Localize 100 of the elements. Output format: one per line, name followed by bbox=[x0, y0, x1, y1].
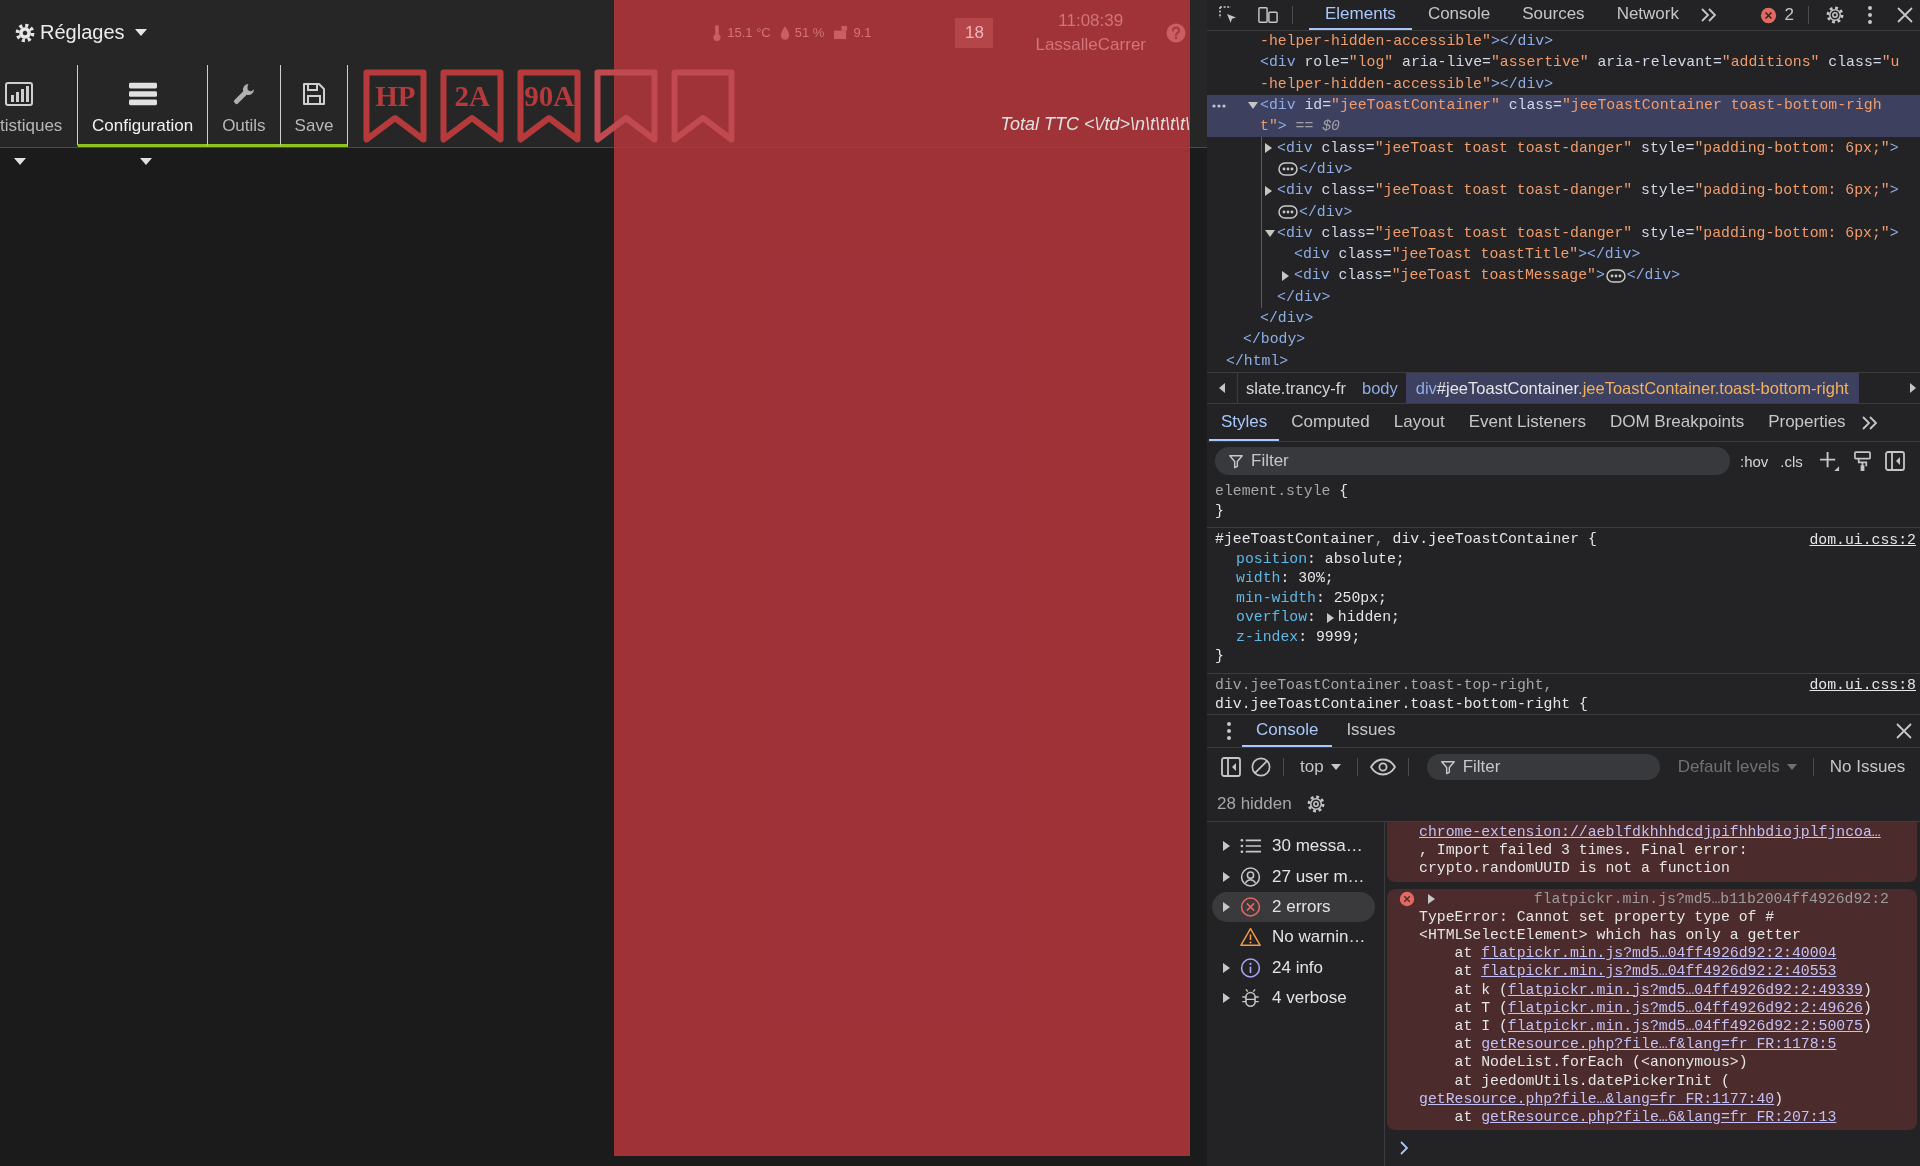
settings-icon[interactable] bbox=[1825, 5, 1845, 25]
panel-tab[interactable]: Console bbox=[1411, 0, 1507, 30]
message-filter-item[interactable]: 27 user m… bbox=[1212, 861, 1375, 892]
code-text: -helper-hidden-accessible"></div> bbox=[1260, 32, 1554, 52]
code-text: <div class="jeeToast toastTitle"></div> bbox=[1294, 245, 1641, 265]
caret-left-icon bbox=[1219, 383, 1225, 393]
message-filter-item[interactable]: 2 errors bbox=[1212, 891, 1375, 923]
caret-icon[interactable] bbox=[140, 158, 152, 165]
expand-arrow-icon[interactable] bbox=[1223, 962, 1230, 973]
inspect-element-icon[interactable] bbox=[1218, 5, 1238, 25]
styles-pane-tab[interactable]: Properties bbox=[1756, 404, 1858, 441]
code-text: </body> bbox=[1243, 330, 1306, 350]
user-icon bbox=[1240, 866, 1261, 887]
source-link[interactable]: flatpickr.min.js?md5…04ff4926d92:2:40553 bbox=[1481, 963, 1837, 980]
close-icon[interactable] bbox=[1894, 721, 1914, 741]
source-link[interactable]: flatpickr.min.js?md5…04ff4926d92:2:40004 bbox=[1481, 945, 1837, 962]
pseudo-state-toggle[interactable]: :hov bbox=[1738, 452, 1771, 470]
breadcrumb-item[interactable]: div#jeeToastContainer.jeeToastContainer.toast-bottom-right bbox=[1405, 373, 1859, 403]
styles-pane-tab[interactable]: Computed bbox=[1279, 404, 1382, 441]
message-filter-item[interactable]: 4 verbose bbox=[1212, 982, 1375, 1014]
stylesheet-link[interactable]: dom.ui.css:2 bbox=[1809, 531, 1916, 548]
expand-arrow-icon[interactable] bbox=[1428, 893, 1435, 904]
styles-pane-tab[interactable]: Styles bbox=[1209, 404, 1280, 441]
caret-icon[interactable] bbox=[14, 158, 26, 165]
css-brace: } bbox=[1215, 647, 1224, 667]
expand-arrow-icon[interactable] bbox=[1223, 841, 1230, 852]
source-link[interactable]: getResource.php?file…f&lang=fr_FR:1178:5 bbox=[1481, 1036, 1837, 1053]
toolbar-tab[interactable]: Configuration bbox=[78, 65, 209, 147]
styles-filter-field[interactable]: Filter bbox=[1215, 447, 1730, 475]
settings-menu-button[interactable]: Réglages bbox=[15, 21, 147, 44]
toolbar-tab[interactable]: Outils bbox=[208, 65, 281, 147]
console-text: ) bbox=[1863, 1017, 1872, 1034]
expand-arrow-icon[interactable] bbox=[1265, 229, 1275, 237]
source-link[interactable]: chrome-extension://aeblfdkhhhdcdjpifhhbdiojplfjncoa… bbox=[1419, 824, 1881, 841]
panel-tab[interactable]: Network bbox=[1600, 0, 1695, 30]
expand-arrow-icon[interactable] bbox=[1265, 185, 1272, 196]
expand-arrow-icon[interactable] bbox=[1248, 102, 1258, 110]
source-link[interactable]: flatpickr.min.js?md5…04ff4926d92:2:50075 bbox=[1507, 1017, 1863, 1034]
ellipsis-icon[interactable] bbox=[1278, 205, 1298, 219]
expand-arrow-icon[interactable] bbox=[1223, 871, 1230, 882]
drawer-tab[interactable]: Console bbox=[1242, 715, 1333, 747]
styles-pane-tab[interactable]: Event Listeners bbox=[1456, 404, 1598, 441]
prompt-chevron-icon[interactable] bbox=[1400, 1141, 1408, 1155]
plus-icon[interactable] bbox=[1818, 450, 1840, 472]
list-icon bbox=[128, 82, 157, 106]
close-icon[interactable] bbox=[1895, 5, 1915, 25]
expand-arrow-icon[interactable] bbox=[1326, 612, 1334, 623]
console-text: at bbox=[1454, 1108, 1474, 1125]
console-text: ) bbox=[1774, 1090, 1784, 1107]
caret-right-icon[interactable] bbox=[1910, 383, 1916, 393]
source-link[interactable]: flatpickr.min.js?md5…04ff4926d92:2:49339 bbox=[1507, 981, 1863, 998]
console-text: at bbox=[1454, 945, 1474, 962]
panel-tab[interactable]: Elements bbox=[1309, 0, 1412, 30]
message-filter-item[interactable]: 30 messa… bbox=[1212, 831, 1375, 862]
toolbar-tab[interactable]: Save bbox=[280, 65, 349, 147]
more-options-icon[interactable] bbox=[1212, 103, 1226, 108]
more-options-icon[interactable] bbox=[1226, 721, 1232, 741]
device-toggle-icon[interactable] bbox=[1258, 5, 1278, 25]
dom-node-row[interactable]: <div id="jeeToastContainer" class="jeeToastContainer toast-bottom-righ t"> == $0 bbox=[1207, 94, 1920, 138]
eye-icon[interactable] bbox=[1369, 758, 1396, 776]
source-location[interactable]: flatpickr.min.js?md5…b11b2004ff4926d92:2 bbox=[1533, 890, 1889, 907]
source-link[interactable]: getResource.php?file…&lang=fr_FR:1177:40 bbox=[1419, 1090, 1775, 1107]
code-text: <div class="jeeToast toast toast-danger" style="padding-bottom: 6px;"> bbox=[1277, 181, 1899, 201]
sidebar-toggle-icon[interactable] bbox=[1884, 451, 1905, 471]
breadcrumb-item[interactable]: slate.trancy-fr bbox=[1238, 373, 1354, 403]
source-link[interactable]: flatpickr.min.js?md5…04ff4926d92:2:49626 bbox=[1507, 999, 1863, 1016]
expand-arrow-icon[interactable] bbox=[1223, 993, 1230, 1004]
ellipsis-icon[interactable] bbox=[1605, 268, 1626, 283]
console-filter-field[interactable]: Filter bbox=[1426, 754, 1660, 780]
source-link[interactable]: getResource.php?file…6&lang=fr_FR:207:13 bbox=[1481, 1108, 1837, 1125]
styles-pane-tab[interactable]: DOM Breakpoints bbox=[1597, 404, 1757, 441]
breadcrumb-item[interactable]: body bbox=[1353, 373, 1406, 403]
toolbar-tab[interactable]: tistiques bbox=[0, 65, 78, 147]
warning-icon bbox=[1240, 927, 1261, 948]
expand-arrow-icon[interactable] bbox=[1223, 901, 1230, 912]
filter-icon bbox=[1439, 759, 1456, 775]
issues-status[interactable]: No Issues bbox=[1829, 757, 1906, 777]
paint-roller-icon[interactable] bbox=[1853, 450, 1871, 472]
stylesheet-link[interactable]: dom.ui.css:8 bbox=[1809, 677, 1916, 694]
thermometer-icon bbox=[712, 23, 723, 42]
more-options-icon[interactable] bbox=[1867, 5, 1873, 25]
styles-pane-tab[interactable]: Layout bbox=[1381, 404, 1457, 441]
error-count-button[interactable]: 2 bbox=[1759, 5, 1808, 25]
drawer-tab[interactable]: Issues bbox=[1332, 715, 1410, 747]
settings-icon[interactable] bbox=[1305, 793, 1326, 814]
context-selector[interactable]: top bbox=[1296, 757, 1345, 777]
ellipsis-icon[interactable] bbox=[1278, 162, 1298, 177]
console-text: TypeError: Cannot set property type of # bbox=[1419, 908, 1775, 925]
sidebar-toggle-icon[interactable] bbox=[1221, 757, 1241, 777]
expand-arrow-icon[interactable] bbox=[1282, 270, 1289, 281]
css-declaration: min-width: 250px; bbox=[1236, 588, 1387, 608]
code-text: </div> bbox=[1299, 202, 1353, 222]
pseudo-state-toggle[interactable]: .cls bbox=[1778, 452, 1805, 470]
clear-console-icon[interactable] bbox=[1251, 757, 1271, 777]
message-filter-item[interactable]: 24 info bbox=[1212, 952, 1375, 983]
expand-arrow-icon[interactable] bbox=[1265, 143, 1272, 154]
message-filter-item[interactable]: No warnin… bbox=[1212, 922, 1375, 953]
caret-icon bbox=[1786, 764, 1797, 770]
code-text: <div class="jeeToast toast toast-danger" style="padding-bottom: 6px;"> bbox=[1277, 138, 1899, 158]
panel-tab[interactable]: Sources bbox=[1506, 0, 1601, 30]
